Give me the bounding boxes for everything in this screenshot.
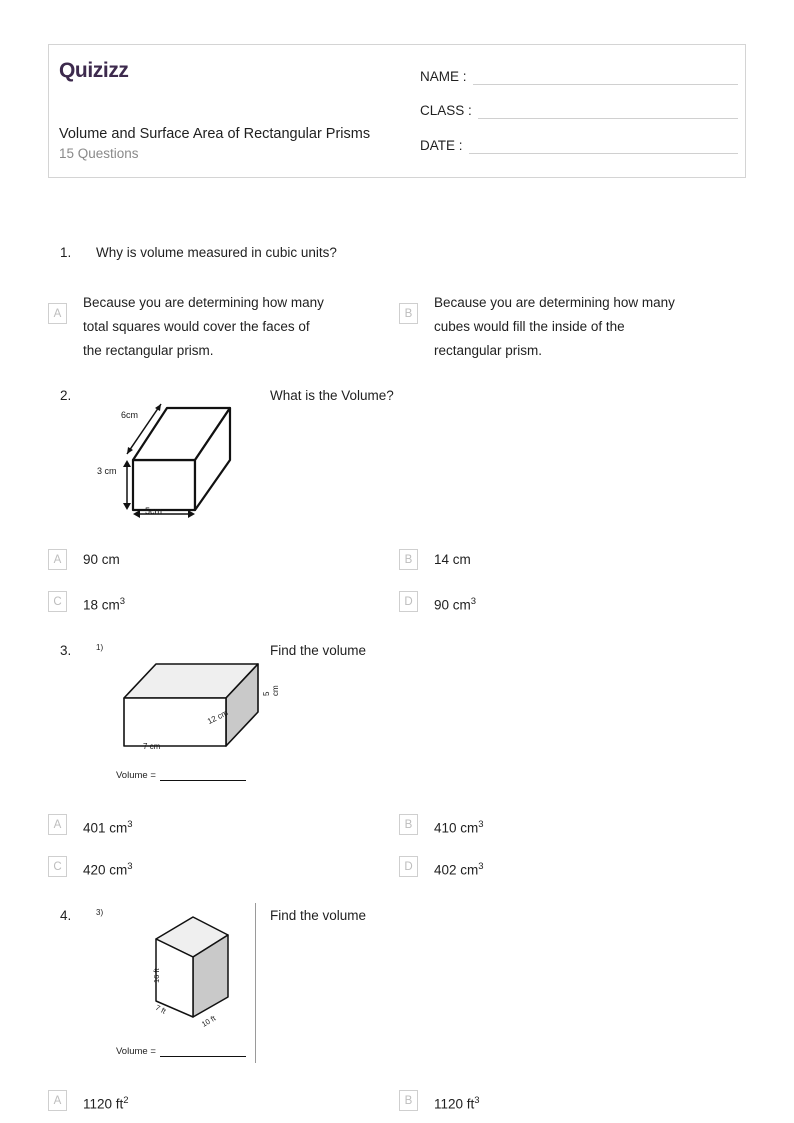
option-letter-box: A — [48, 303, 67, 324]
option-line-3: rectangular prism. — [434, 343, 543, 358]
option-text: 90 cm — [83, 549, 120, 570]
class-field-row: CLASS : — [420, 101, 738, 119]
option-text: 14 cm — [434, 549, 471, 570]
option-value: 410 cm — [434, 820, 479, 836]
option-exponent: 3 — [478, 819, 484, 830]
option-exponent: 3 — [474, 1095, 480, 1106]
option-text: 90 cm3 — [434, 591, 476, 616]
option-value: 401 cm — [83, 820, 128, 836]
option-text: Because you are determining how many tot… — [83, 291, 383, 363]
option-text: 410 cm3 — [434, 814, 484, 839]
option-line-3: the rectangular prism. — [83, 343, 214, 358]
question-4-option-b[interactable]: B 1120 ft3 — [399, 1090, 480, 1115]
option-line-2: total squares would cover the faces of — [83, 319, 310, 334]
question-1-number: 1. — [60, 245, 72, 260]
option-letter-box: D — [399, 591, 418, 612]
prism-width-label: 7 cm — [143, 742, 161, 751]
question-3-volume-answer[interactable]: Volume = — [116, 769, 246, 781]
option-text: Because you are determining how many cub… — [434, 291, 734, 363]
date-field-label: DATE : — [420, 138, 463, 153]
question-3-option-d[interactable]: D 402 cm3 — [399, 856, 484, 881]
option-value: 14 cm — [434, 552, 471, 567]
option-letter-box: C — [48, 856, 67, 877]
option-exponent: 2 — [123, 1095, 129, 1106]
option-letter-box: C — [48, 591, 67, 612]
option-letter-box: A — [48, 814, 67, 835]
question-2-number: 2. — [60, 388, 72, 403]
option-letter-box: A — [48, 549, 67, 570]
option-letter-box: B — [399, 814, 418, 835]
question-4-option-a[interactable]: A 1120 ft2 — [48, 1090, 129, 1115]
option-text: 1120 ft3 — [434, 1090, 480, 1115]
option-exponent: 3 — [127, 819, 133, 830]
question-2-prompt: What is the Volume? — [270, 388, 394, 403]
option-value: 90 cm — [434, 597, 471, 613]
question-3-option-a[interactable]: A 401 cm3 — [48, 814, 133, 839]
option-value: 420 cm — [83, 862, 128, 878]
name-field-label: NAME : — [420, 69, 467, 84]
prism-height-label: 3 cm — [97, 466, 117, 476]
option-exponent: 3 — [127, 861, 133, 872]
volume-answer-blank[interactable] — [159, 769, 246, 781]
question-4-prism-figure: 3) 16 ft 7 ft 10 ft Volume = — [96, 905, 246, 1057]
option-letter-box: D — [399, 856, 418, 877]
question-1-prompt: Why is volume measured in cubic units? — [96, 245, 337, 260]
option-exponent: 3 — [478, 861, 484, 872]
question-3-prompt: Find the volume — [270, 643, 367, 658]
question-2-option-c[interactable]: C 18 cm3 — [48, 591, 125, 616]
option-letter-box: B — [399, 303, 418, 324]
class-field-label: CLASS : — [420, 103, 472, 118]
page-title: Volume and Surface Area of Rectangular P… — [59, 126, 371, 142]
option-value: 402 cm — [434, 862, 479, 878]
question-1-option-a[interactable]: A Because you are determining how many t… — [48, 295, 383, 363]
volume-answer-blank[interactable] — [159, 1045, 246, 1057]
option-text: 402 cm3 — [434, 856, 484, 881]
option-line-1: Because you are determining how many — [434, 295, 675, 310]
name-field-input[interactable] — [472, 67, 738, 85]
question-4-volume-answer[interactable]: Volume = — [116, 1045, 246, 1057]
volume-prompt-label: Volume = — [116, 1046, 156, 1057]
question-2-prism-figure: 6cm 3 cm 5cm — [97, 388, 265, 518]
prism-depth-label: 6cm — [121, 410, 139, 420]
date-field-input[interactable] — [468, 136, 738, 154]
option-value: 90 cm — [83, 552, 120, 567]
option-value: 1120 ft — [434, 1096, 475, 1112]
question-3-option-b[interactable]: B 410 cm3 — [399, 814, 484, 839]
question-3-option-c[interactable]: C 420 cm3 — [48, 856, 133, 881]
question-4-divider — [255, 903, 256, 1063]
option-exponent: 3 — [119, 596, 126, 607]
option-value: 18 cm — [83, 597, 120, 613]
date-field-row: DATE : — [420, 136, 738, 154]
option-letter-box: B — [399, 1090, 418, 1111]
option-line-2: cubes would fill the inside of the — [434, 319, 625, 334]
option-letter-box: B — [399, 549, 418, 570]
figure-tag: 3) — [96, 908, 104, 917]
option-exponent: 3 — [470, 596, 477, 607]
question-2-option-d[interactable]: D 90 cm3 — [399, 591, 476, 616]
question-4-number: 4. — [60, 908, 72, 923]
class-field-input[interactable] — [477, 101, 738, 119]
volume-prompt-label: Volume = — [116, 770, 156, 781]
question-2-option-b[interactable]: B 14 cm — [399, 549, 471, 570]
question-1-option-b[interactable]: B Because you are determining how many c… — [399, 295, 734, 363]
figure-tag: 1) — [96, 643, 104, 652]
option-value: 1120 ft — [83, 1096, 124, 1112]
option-text: 18 cm3 — [83, 591, 125, 616]
prism-height-label: 5 cm — [262, 685, 280, 696]
question-count: 15 Questions — [59, 146, 139, 161]
option-line-1: Because you are determining how many — [83, 295, 324, 310]
prism-width-label: 5cm — [145, 506, 163, 516]
option-letter-box: A — [48, 1090, 67, 1111]
question-2-option-a[interactable]: A 90 cm — [48, 549, 120, 570]
quizizz-logo: Quizizz — [59, 59, 129, 82]
worksheet-header: Quizizz Volume and Surface Area of Recta… — [48, 44, 746, 178]
prism-height-label: 16 ft — [152, 968, 161, 983]
name-field-row: NAME : — [420, 67, 738, 85]
question-4-prompt: Find the volume — [270, 908, 367, 923]
question-3-number: 3. — [60, 643, 72, 658]
option-text: 1120 ft2 — [83, 1090, 129, 1115]
question-3-prism-figure: 1) 7 cm 12 cm 5 cm Volume = — [96, 640, 280, 781]
option-text: 401 cm3 — [83, 814, 133, 839]
option-text: 420 cm3 — [83, 856, 133, 881]
